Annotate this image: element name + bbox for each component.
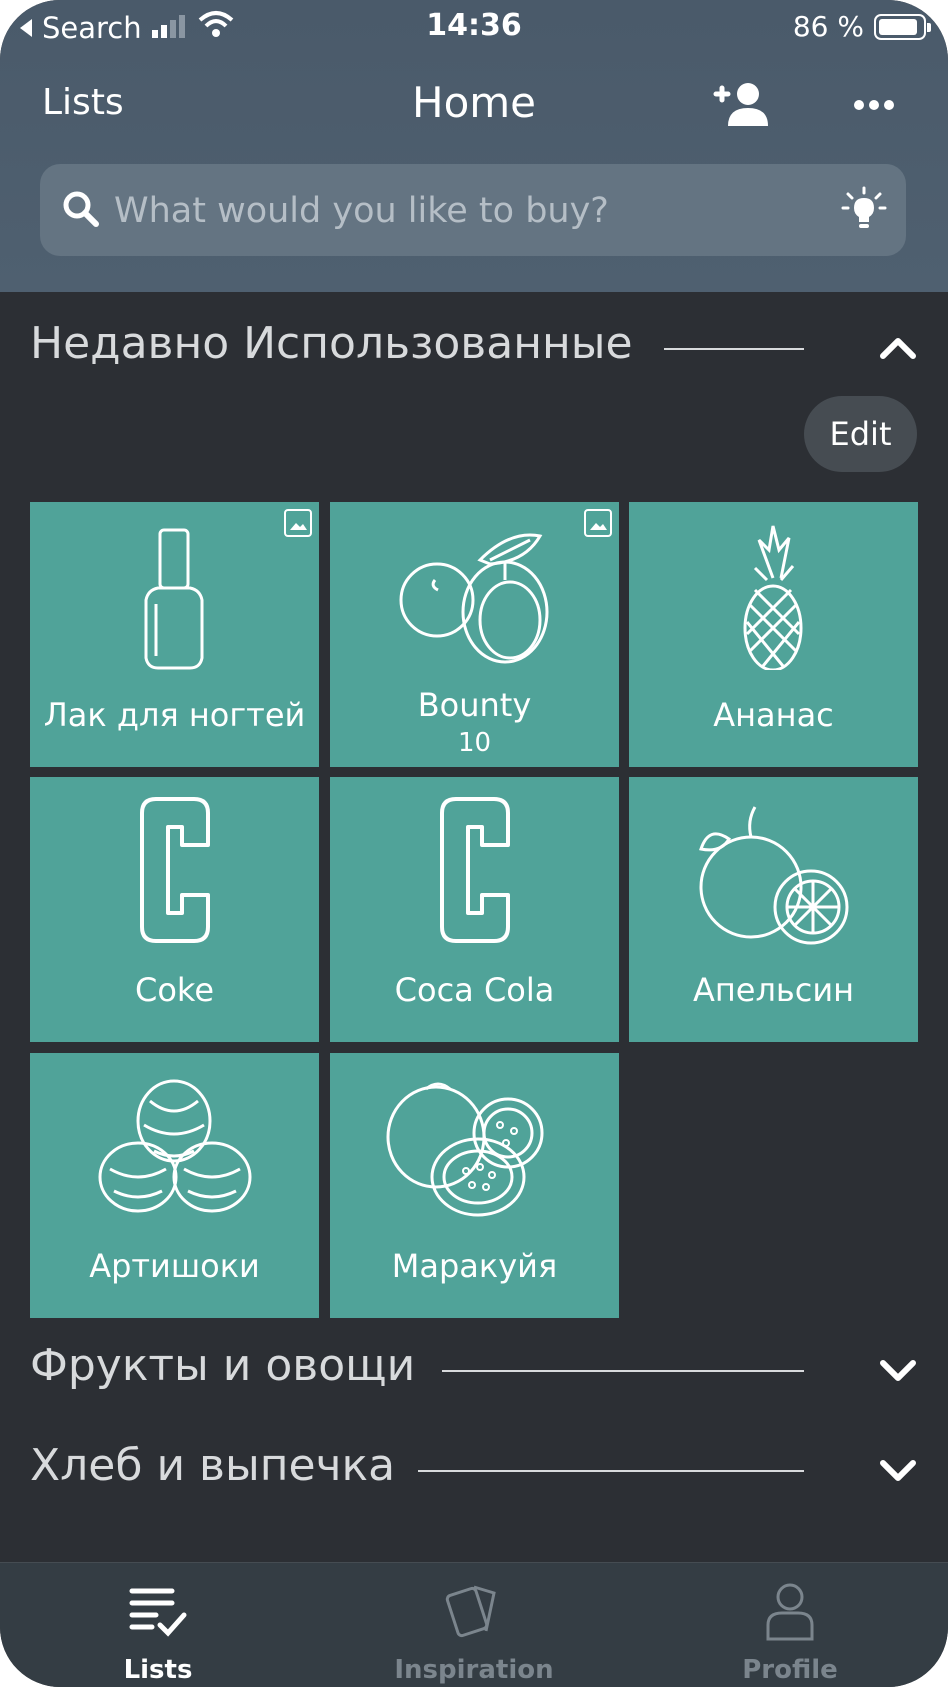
item-label: Coca Cola [394, 971, 555, 1009]
tab-label: Lists [123, 1655, 193, 1685]
item-tile-coca-cola[interactable]: Coca Cola [330, 777, 619, 1042]
item-tile-coke[interactable]: Coke [30, 777, 319, 1042]
tab-label: Profile [742, 1655, 838, 1685]
item-label: Bounty [417, 686, 532, 724]
section-divider [664, 348, 804, 350]
battery-icon [874, 13, 931, 40]
battery-status: 86 % [792, 10, 931, 43]
section-title: Фрукты и овощи [30, 1340, 416, 1391]
item-tile-orange[interactable]: Апельсин [629, 777, 918, 1042]
section-title: Хлеб и выпечка [30, 1440, 396, 1491]
lightbulb-icon[interactable] [840, 186, 888, 234]
item-label: Coke [135, 971, 214, 1009]
section-divider [418, 1470, 804, 1472]
battery-percent: 86 % [792, 10, 864, 43]
chevron-down-icon[interactable] [878, 1450, 918, 1490]
letter-c-icon [140, 797, 210, 943]
header: Search 14:36 86 % Lists Home What would … [0, 0, 948, 292]
artichoke-icon [98, 1079, 252, 1213]
item-label: Маракуйя [391, 1247, 558, 1285]
recent-section-header[interactable]: Недавно Использованные [0, 318, 948, 378]
status-bar: Search 14:36 86 % [0, 0, 948, 60]
category-section-fruits-vegetables[interactable]: Фрукты и овощи [0, 1340, 948, 1400]
item-label: Лак для ногтей [43, 696, 306, 734]
passion-fruit-icon [386, 1082, 544, 1217]
item-quantity: 10 [457, 728, 492, 758]
tab-label: Inspiration [394, 1655, 554, 1685]
item-label: Апельсин [692, 971, 855, 1009]
more-icon [854, 100, 894, 110]
search-icon [63, 191, 99, 227]
app-screen: Search 14:36 86 % Lists Home What would … [0, 0, 948, 1687]
page-title: Home [411, 78, 537, 127]
add-user-icon [713, 83, 768, 126]
more-button[interactable] [852, 90, 896, 120]
item-label: Ананас [713, 696, 834, 734]
letter-c-icon [440, 797, 510, 943]
cards-icon [445, 1585, 496, 1638]
search-input[interactable] [112, 182, 816, 240]
category-section-partial [0, 1540, 948, 1562]
pineapple-icon [743, 525, 803, 670]
chevron-down-icon[interactable] [878, 1350, 918, 1390]
tab-inspiration[interactable]: Inspiration [316, 1563, 632, 1687]
tab-lists[interactable]: Lists [0, 1563, 316, 1687]
section-title: Недавно Использованные [30, 318, 633, 369]
person-icon [766, 1583, 814, 1641]
nail-polish-icon [144, 528, 204, 670]
item-tile-artichoke[interactable]: Артишоки [30, 1053, 319, 1318]
add-user-button[interactable] [706, 80, 772, 130]
item-tile-passion-fruit[interactable]: Маракуйя [330, 1053, 619, 1318]
chevron-up-icon[interactable] [878, 328, 918, 368]
item-tile-pineapple[interactable]: Ананас [629, 502, 918, 767]
category-section-bread-bakery[interactable]: Хлеб и выпечка [0, 1440, 948, 1500]
plum-icon [399, 533, 549, 664]
list-check-icon [129, 1588, 187, 1637]
tab-bar: Lists Inspiration Profile [0, 1562, 948, 1687]
item-tile-nail-polish[interactable]: Лак для ногтей [30, 502, 319, 767]
edit-button[interactable]: Edit [804, 396, 917, 472]
item-tile-bounty[interactable]: Bounty 10 [330, 502, 619, 767]
item-label: Артишоки [89, 1247, 260, 1285]
tab-profile[interactable]: Profile [632, 1563, 948, 1687]
section-divider [442, 1370, 804, 1372]
orange-icon [699, 806, 849, 945]
search-bar [40, 164, 906, 256]
